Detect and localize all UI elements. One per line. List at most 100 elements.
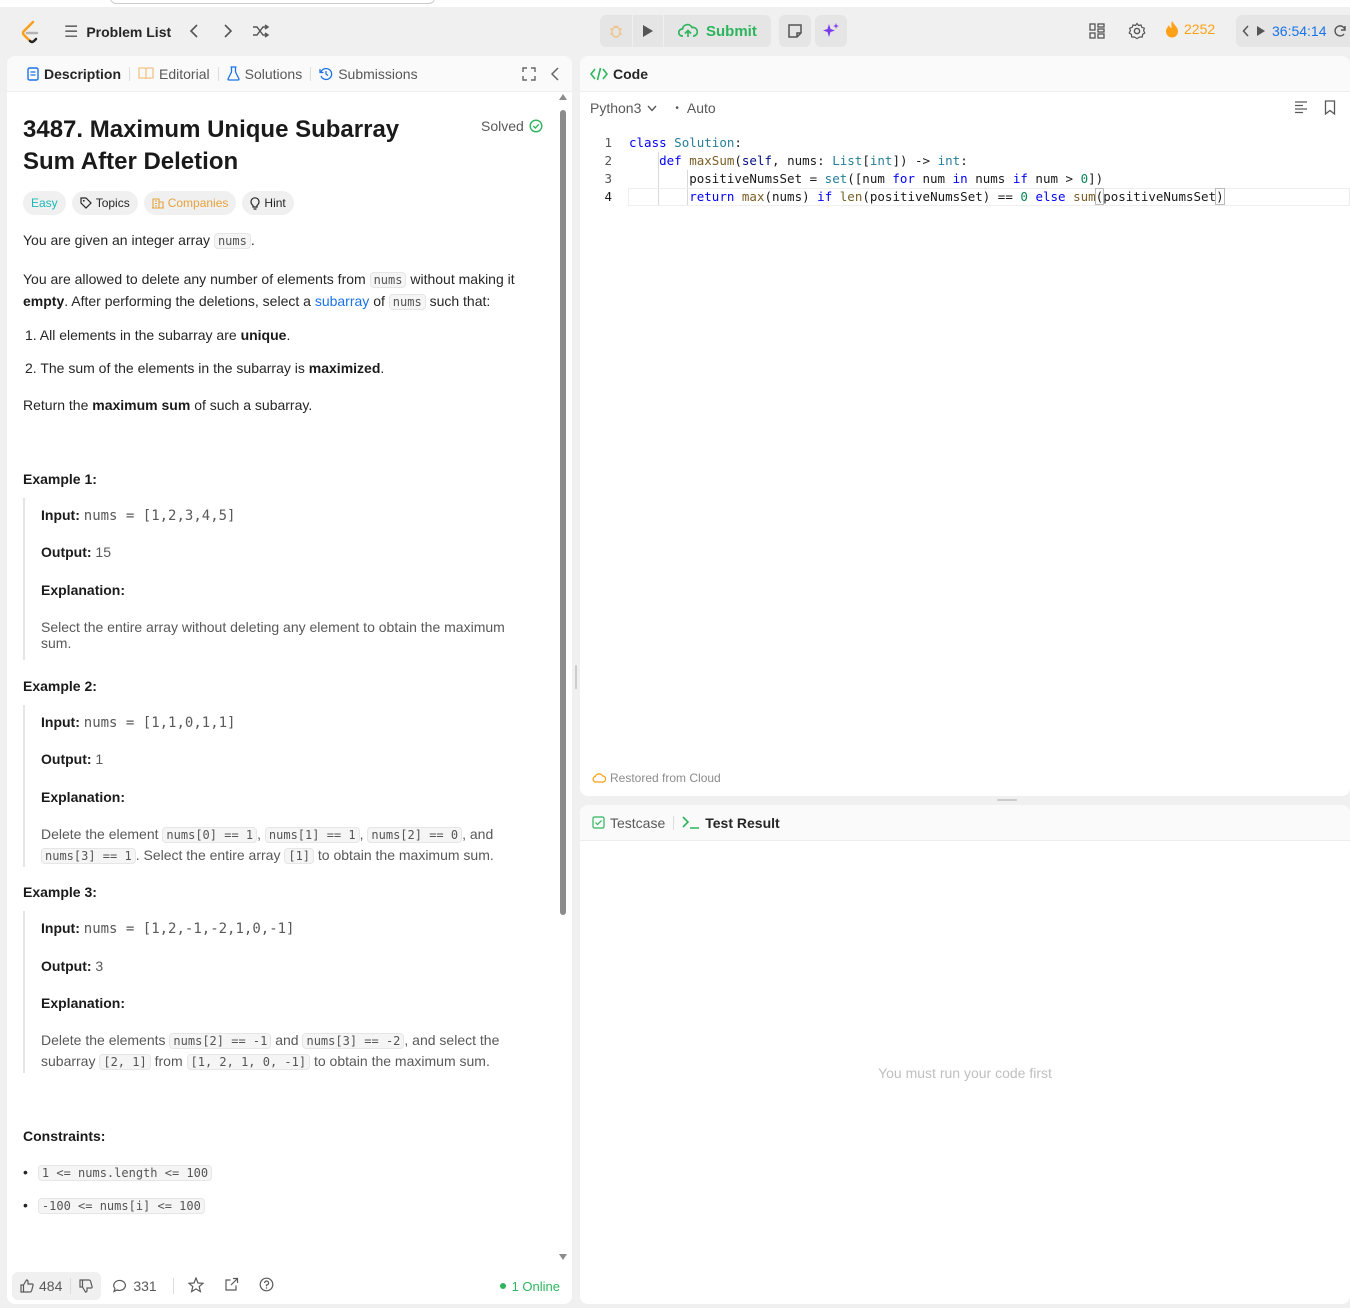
- dislike-button[interactable]: [71, 1279, 101, 1293]
- example-2-title: Example 2:: [23, 678, 97, 694]
- scrollbar-thumb[interactable]: [560, 110, 566, 915]
- code-panel-header: Code: [580, 56, 1350, 92]
- scroll-down-icon[interactable]: [559, 1254, 567, 1260]
- tab-solutions-label: Solutions: [244, 65, 303, 82]
- hint-label: Hint: [264, 196, 286, 210]
- line-number: 3: [604, 171, 612, 186]
- text: and: [275, 1032, 299, 1048]
- comments-button[interactable]: 331: [113, 1278, 157, 1294]
- submit-button[interactable]: Submit: [664, 15, 771, 47]
- tab-description-label: Description: [44, 65, 122, 82]
- text: You are given an integer array: [23, 232, 211, 248]
- text: of such a subarray.: [194, 397, 313, 413]
- result-tabs: Testcase Test Result: [580, 805, 1350, 841]
- solved-status: Solved: [481, 118, 543, 134]
- play-icon[interactable]: [1256, 25, 1266, 37]
- tab-description[interactable]: Description: [19, 56, 129, 92]
- inline-code: -100 <= nums[i] <= 100: [37, 1198, 205, 1214]
- flask-icon: [226, 66, 240, 81]
- tab-editorial[interactable]: Editorial: [130, 56, 218, 92]
- description-scrollbar[interactable]: [559, 94, 567, 1268]
- online-dot: [499, 1283, 506, 1289]
- scroll-up-icon[interactable]: [559, 94, 567, 100]
- description-panel: Description Editorial Solutions Submissi…: [7, 56, 572, 1304]
- text: to obtain the maximum sum.: [313, 1053, 490, 1069]
- tab-test-result[interactable]: Test Result: [674, 805, 787, 841]
- editor-toolbar: Python3 • Auto: [590, 96, 716, 120]
- collapse-left-icon[interactable]: [550, 66, 560, 81]
- panel-resize-handle[interactable]: [575, 665, 577, 689]
- vertical-resize-handle[interactable]: [997, 799, 1017, 801]
- expand-icon[interactable]: [522, 66, 536, 81]
- shuffle-icon[interactable]: [247, 17, 275, 45]
- leetcode-logo-icon[interactable]: [16, 18, 44, 46]
- solved-label: Solved: [481, 118, 524, 134]
- tab-testcase[interactable]: Testcase: [592, 805, 673, 841]
- star-icon[interactable]: [187, 1275, 205, 1296]
- notes-icon[interactable]: [778, 15, 811, 47]
- browser-tab[interactable]: [110, 0, 435, 4]
- layout-icon[interactable]: [1083, 17, 1111, 45]
- tab-testcase-label: Testcase: [610, 814, 666, 831]
- problem-list-button[interactable]: ☰ Problem List: [64, 20, 171, 44]
- example-explanation: Delete the elements nums[2] == -1 and nu…: [41, 1032, 500, 1049]
- code-line: positiveNumsSet = set([num for num in nu…: [629, 171, 1104, 186]
- like-button[interactable]: 484: [12, 1278, 70, 1294]
- example-output: 15: [95, 544, 111, 560]
- streak-counter[interactable]: 2252: [1165, 20, 1215, 38]
- companies-chip[interactable]: Companies: [143, 191, 237, 215]
- run-icon[interactable]: [633, 15, 663, 47]
- bookmark-icon[interactable]: [1324, 100, 1336, 115]
- language-label: Python3: [590, 100, 642, 116]
- editor-actions: [1294, 100, 1336, 115]
- tab-submissions[interactable]: Submissions: [311, 56, 425, 92]
- help-icon[interactable]: [259, 1277, 274, 1295]
- rules-paragraph: You are allowed to delete any number of …: [23, 269, 543, 313]
- language-select[interactable]: Python3: [590, 100, 657, 116]
- tab-submissions-label: Submissions: [338, 65, 418, 82]
- result-panel: Testcase Test Result You must run your c…: [580, 805, 1350, 1304]
- list-icon: ☰: [64, 24, 79, 41]
- fire-icon: [1166, 21, 1178, 38]
- explanation-label: Explanation:: [41, 995, 126, 1011]
- hint-chip[interactable]: Hint: [242, 191, 294, 215]
- thumbs-down-icon: [79, 1279, 94, 1293]
- ai-sparkle-icon[interactable]: [814, 15, 847, 47]
- settings-gear-icon[interactable]: [1123, 17, 1151, 45]
- next-problem-icon[interactable]: [214, 17, 242, 45]
- example-explanation-cont: subarray [2, 1] from [1, 2, 1, 0, -1] to…: [41, 1053, 490, 1070]
- bold-text: maximized: [308, 360, 381, 376]
- debug-icon[interactable]: [600, 15, 632, 47]
- output-label: Output:: [41, 751, 92, 767]
- prev-problem-icon[interactable]: [180, 17, 208, 45]
- list-item: 2. The sum of the elements in the subarr…: [25, 360, 385, 376]
- text: without making it: [410, 271, 515, 287]
- auto-mode-label[interactable]: Auto: [687, 100, 716, 116]
- constraints-title: Constraints:: [23, 1128, 105, 1144]
- book-icon: [138, 67, 154, 80]
- inline-code: nums: [388, 294, 426, 310]
- tab-solutions[interactable]: Solutions: [219, 56, 311, 92]
- thumbs-up-icon: [20, 1279, 34, 1293]
- tab-code[interactable]: Code: [590, 56, 656, 92]
- line-number: 4: [604, 189, 612, 204]
- constraint-item: • -100 <= nums[i] <= 100: [23, 1197, 205, 1214]
- inline-code: [2, 1]: [99, 1054, 151, 1070]
- inline-code: nums: [369, 272, 407, 288]
- inline-code: nums[1] == 1: [264, 827, 360, 843]
- format-icon[interactable]: [1294, 100, 1308, 114]
- problem-list-label: Problem List: [86, 24, 172, 40]
- chevron-left-icon[interactable]: [1242, 25, 1250, 37]
- inline-code: nums[0] == 1: [162, 827, 258, 843]
- share-icon[interactable]: [224, 1277, 239, 1295]
- restore-status: Restored from Cloud: [592, 771, 721, 785]
- topics-chip[interactable]: Topics: [71, 191, 138, 215]
- subarray-link[interactable]: subarray: [315, 293, 369, 309]
- text: such that:: [429, 293, 491, 309]
- streak-count: 2252: [1184, 21, 1216, 37]
- reset-icon[interactable]: [1333, 24, 1347, 38]
- description-tabs: Description Editorial Solutions Submissi…: [7, 56, 572, 92]
- text: , and select the: [404, 1032, 500, 1048]
- timer-widget[interactable]: 36:54:14: [1236, 15, 1350, 47]
- online-label: 1 Online: [511, 1278, 560, 1294]
